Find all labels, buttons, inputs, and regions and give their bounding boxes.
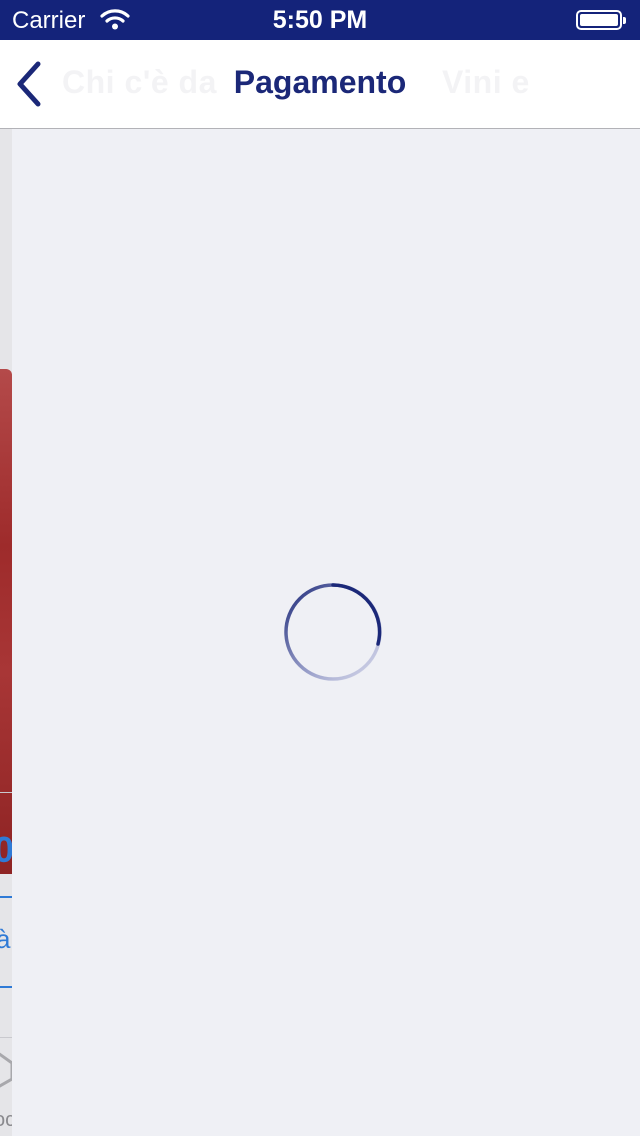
battery-icon bbox=[576, 10, 626, 30]
price-fragment: 0 bbox=[0, 829, 12, 870]
status-bar: Carrier 5:50 PM bbox=[0, 0, 640, 40]
divider bbox=[0, 792, 12, 793]
page-title: Pagamento bbox=[233, 64, 407, 100]
previous-screen-underlay: 0 à oc bbox=[0, 129, 12, 1136]
status-time: 5:50 PM bbox=[272, 6, 368, 34]
tab-icon bbox=[0, 1052, 12, 1088]
tab-label-fragment: oc bbox=[0, 1109, 12, 1131]
divider bbox=[0, 1037, 12, 1038]
divider-blue bbox=[0, 986, 12, 988]
payment-webview bbox=[12, 129, 640, 1136]
link-fragment: à bbox=[0, 924, 11, 954]
divider-blue bbox=[0, 896, 12, 898]
navigation-bar: Chi c'è da Vini e Pagamento bbox=[0, 40, 640, 129]
activity-indicator-icon bbox=[284, 583, 382, 681]
product-image bbox=[0, 369, 12, 874]
